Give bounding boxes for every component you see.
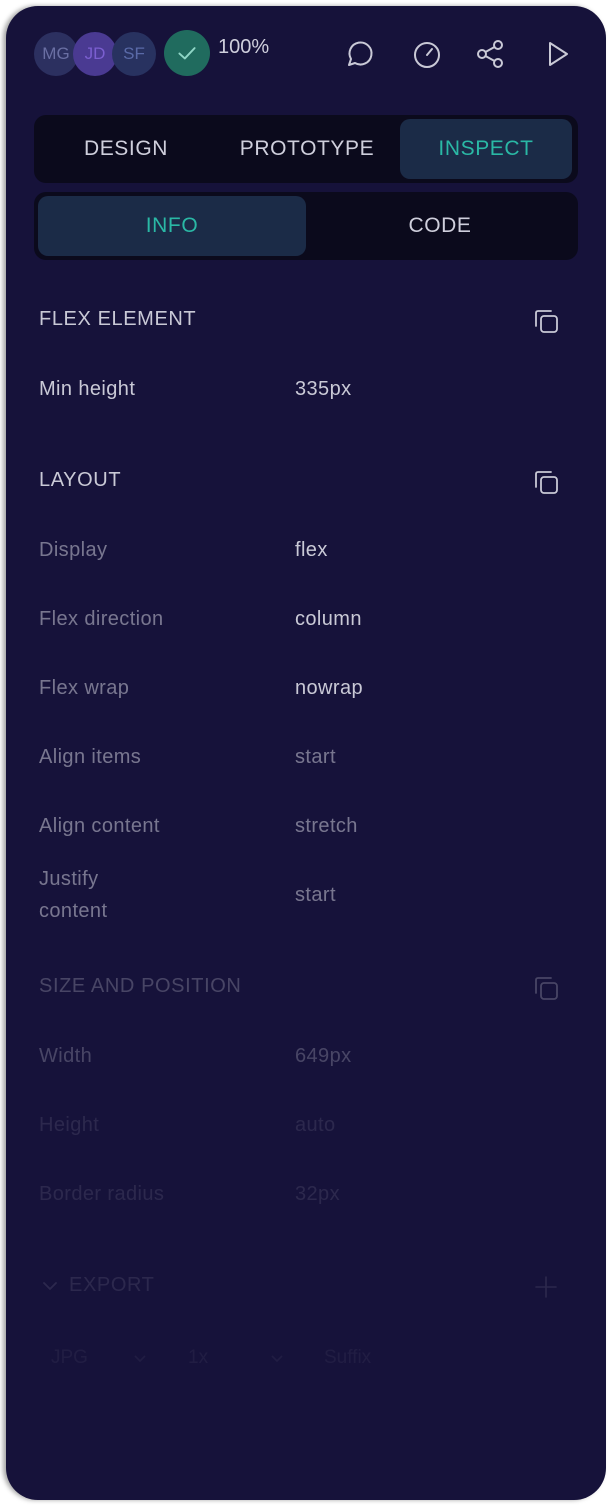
- copy-button[interactable]: [530, 972, 562, 1004]
- avatar-initials: JD: [84, 44, 106, 63]
- comments-button[interactable]: [340, 36, 376, 72]
- prop-label: Min height: [39, 378, 136, 400]
- copy-button[interactable]: [530, 466, 562, 498]
- prop-label: Flex direction: [39, 608, 164, 630]
- prop-label: Justify content: [39, 868, 108, 922]
- tab-code[interactable]: CODE: [306, 196, 574, 256]
- inspect-panel: MG JD SF 100% DESIGN PROTOTYPE INSPECT I…: [6, 6, 606, 1500]
- export-toggle[interactable]: EXPORT: [39, 1274, 154, 1297]
- export-scale-select[interactable]: 1x: [176, 1336, 298, 1380]
- copy-icon: [535, 471, 558, 494]
- tab-design[interactable]: DESIGN: [38, 119, 214, 179]
- prop-value: start: [295, 884, 336, 906]
- zoom-level[interactable]: 100%: [218, 36, 269, 59]
- prop-label: Height: [39, 1114, 100, 1136]
- section-title: EXPORT: [69, 1274, 155, 1296]
- comment-icon: [348, 41, 373, 66]
- avatar-initials: MG: [42, 44, 70, 63]
- prop-value: column: [295, 608, 362, 630]
- prop-value: flex: [295, 539, 328, 561]
- top-bar: MG JD SF 100%: [6, 6, 606, 106]
- prop-label: Align content: [39, 815, 160, 837]
- export-suffix-placeholder: Suffix: [324, 1347, 372, 1368]
- add-export-button[interactable]: [533, 1274, 559, 1305]
- stopwatch-icon: [414, 42, 440, 68]
- prop-value: auto: [295, 1114, 336, 1136]
- tab-prototype[interactable]: PROTOTYPE: [214, 119, 400, 179]
- prop-value: stretch: [295, 815, 358, 837]
- avatar[interactable]: MG: [34, 32, 78, 76]
- main-tabs: DESIGN PROTOTYPE INSPECT: [34, 115, 578, 183]
- copy-icon: [535, 977, 558, 1000]
- share-icon: [477, 40, 503, 68]
- section-title: LAYOUT: [39, 469, 122, 491]
- prop-label: Flex wrap: [39, 677, 130, 699]
- prop-value: nowrap: [295, 677, 363, 699]
- history-button[interactable]: [409, 36, 445, 72]
- avatar[interactable]: JD: [73, 32, 117, 76]
- prop-label: Display: [39, 539, 108, 561]
- play-icon: [549, 42, 568, 66]
- avatar[interactable]: SF: [112, 32, 156, 76]
- inspect-subtabs: INFO CODE: [34, 192, 578, 260]
- check-icon: [178, 47, 196, 60]
- prop-value: 32px: [295, 1183, 340, 1205]
- chevron-down-icon: [43, 1281, 57, 1290]
- avatar-initials: SF: [123, 44, 145, 63]
- tab-inspect[interactable]: INSPECT: [400, 119, 572, 179]
- plus-icon: [535, 1276, 557, 1298]
- copy-button[interactable]: [530, 305, 562, 337]
- section-title: FLEX ELEMENT: [39, 308, 197, 330]
- tab-info[interactable]: INFO: [38, 196, 306, 256]
- export-format-value: JPG: [51, 1347, 88, 1368]
- prop-value: 649px: [295, 1045, 352, 1067]
- saved-status-badge[interactable]: [164, 30, 210, 76]
- prop-label: Align items: [39, 746, 142, 768]
- prop-label: Border radius: [39, 1183, 165, 1205]
- chevron-down-icon: [134, 1355, 146, 1363]
- export-suffix-input[interactable]: Suffix: [312, 1336, 552, 1380]
- copy-icon: [535, 310, 558, 333]
- share-button[interactable]: [472, 36, 508, 72]
- play-button[interactable]: [539, 36, 575, 72]
- section-title: SIZE AND POSITION: [39, 975, 242, 997]
- export-format-select[interactable]: JPG: [39, 1336, 161, 1380]
- chevron-down-icon: [271, 1355, 283, 1363]
- prop-label: Width: [39, 1045, 93, 1067]
- prop-value: start: [295, 746, 336, 768]
- prop-value: 335px: [295, 378, 352, 400]
- export-scale-value: 1x: [188, 1347, 209, 1368]
